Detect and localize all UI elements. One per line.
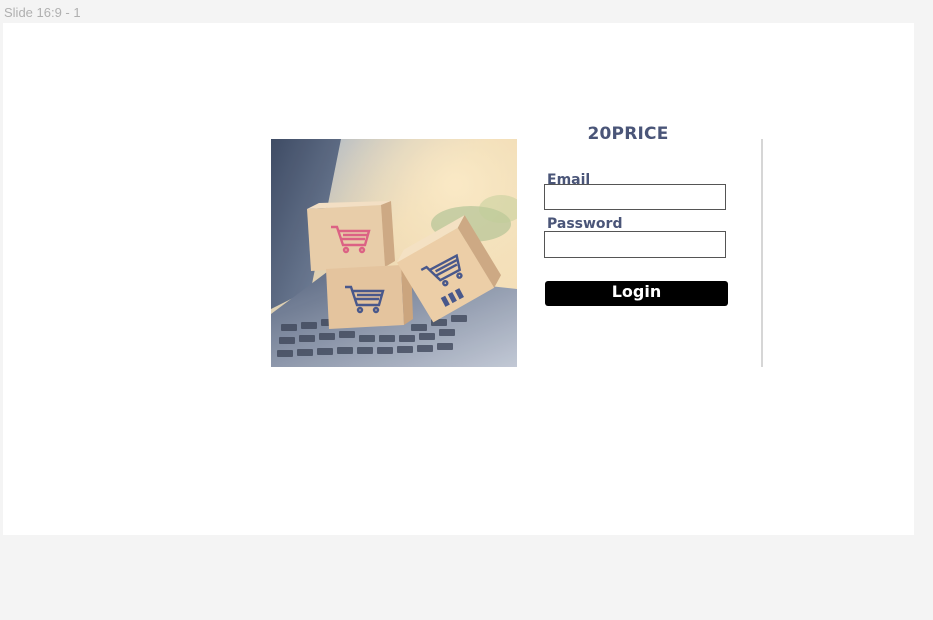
panel-divider [761, 139, 763, 367]
password-field[interactable] [544, 231, 726, 258]
password-label: Password [547, 216, 623, 232]
slide-canvas [3, 23, 914, 535]
frame-label: Slide 16:9 - 1 [4, 5, 81, 20]
brand-title: 20PRICE [587, 124, 669, 144]
email-field[interactable] [544, 184, 726, 210]
login-button[interactable]: Login [545, 281, 728, 306]
hero-image [271, 139, 517, 367]
